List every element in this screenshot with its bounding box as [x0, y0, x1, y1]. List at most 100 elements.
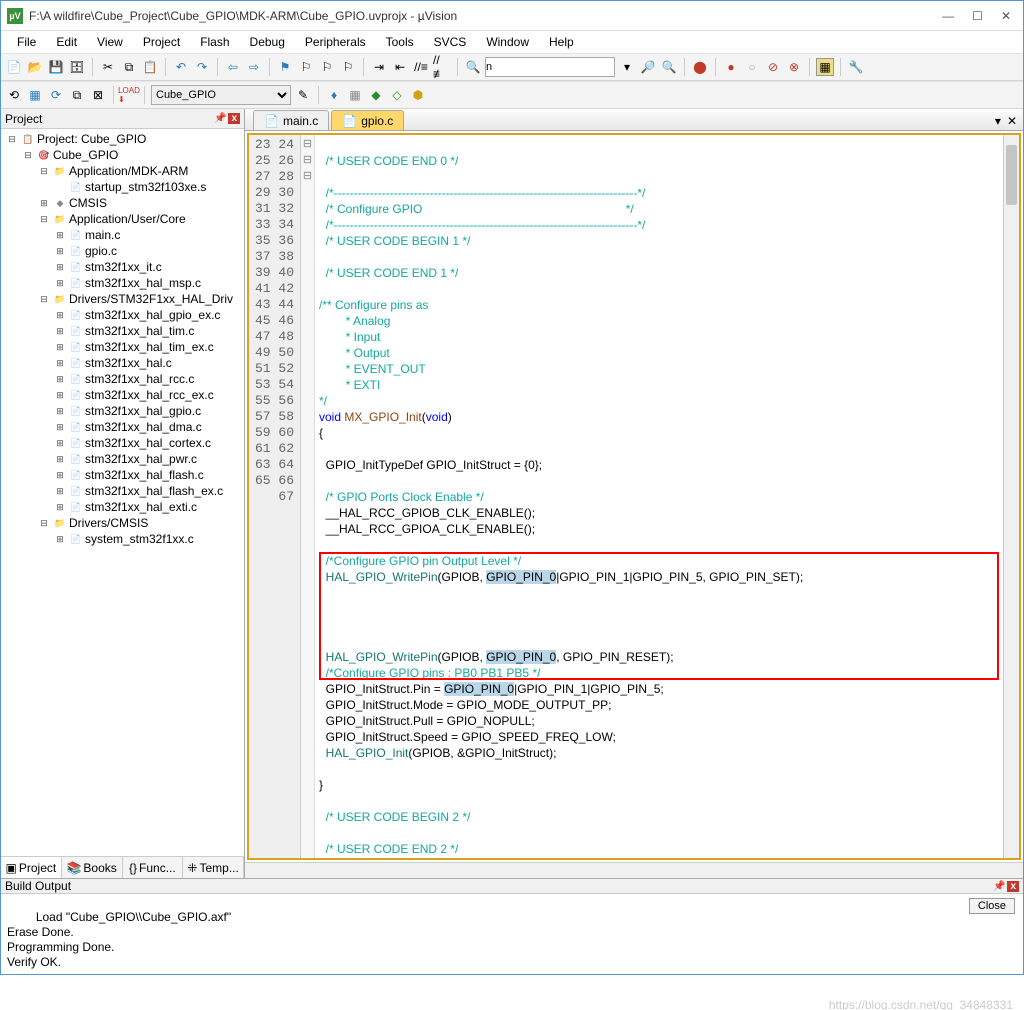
translate-icon[interactable]: ⟲	[5, 86, 23, 104]
tree-item[interactable]: ⊟📋Project: Cube_GPIO	[1, 131, 244, 147]
breakpoint-icon[interactable]: ●	[722, 58, 740, 76]
fold-icon[interactable]: ⊞	[53, 372, 67, 386]
search-dropdown-icon[interactable]: ▾	[618, 58, 636, 76]
code-editor[interactable]: 23 24 25 26 27 28 29 30 31 32 33 34 35 3…	[247, 133, 1021, 860]
panel-tab-temp[interactable]: ⁜Temp...	[183, 857, 244, 878]
paste-icon[interactable]: 📋	[141, 58, 159, 76]
code-text[interactable]: /* USER CODE END 0 */ /*----------------…	[315, 135, 1003, 858]
tree-item[interactable]: ⊞📄stm32f1xx_hal_msp.c	[1, 275, 244, 291]
nav-fwd-icon[interactable]: ⇨	[245, 58, 263, 76]
menu-debug[interactable]: Debug	[240, 33, 295, 51]
fold-column[interactable]: ⊟ ⊟ ⊟	[301, 135, 315, 858]
pack-installer-icon[interactable]: ⬢	[409, 86, 427, 104]
tab-menu-icon[interactable]: ▾	[995, 114, 1001, 128]
panel-tab-books[interactable]: 📚Books	[62, 857, 123, 878]
menu-flash[interactable]: Flash	[190, 33, 239, 51]
tree-item[interactable]: ⊞📄stm32f1xx_hal_dma.c	[1, 419, 244, 435]
panel-tab-project[interactable]: ▣Project	[1, 857, 62, 878]
fold-icon[interactable]: ⊞	[53, 404, 67, 418]
indent-icon[interactable]: ⇥	[370, 58, 388, 76]
new-file-icon[interactable]: 📄	[5, 58, 23, 76]
tree-item[interactable]: ⊞📄stm32f1xx_hal_tim_ex.c	[1, 339, 244, 355]
find-icon[interactable]: 🔎	[639, 58, 657, 76]
fold-icon[interactable]: ⊟	[37, 516, 51, 530]
target-select[interactable]: Cube_GPIO	[151, 85, 291, 105]
comment-icon[interactable]: //≡	[412, 58, 430, 76]
fold-icon[interactable]: ⊞	[53, 356, 67, 370]
editor-tab-gpio-c[interactable]: 📄gpio.c	[331, 110, 404, 130]
fold-icon[interactable]: ⊞	[53, 452, 67, 466]
horizontal-scrollbar[interactable]	[245, 862, 1023, 878]
tree-item[interactable]: ⊞📄stm32f1xx_hal_gpio.c	[1, 403, 244, 419]
fold-icon[interactable]: ⊞	[53, 484, 67, 498]
menu-peripherals[interactable]: Peripherals	[295, 33, 376, 51]
tree-item[interactable]: ⊟📁Drivers/CMSIS	[1, 515, 244, 531]
tree-item[interactable]: ⊞📄system_stm32f1xx.c	[1, 531, 244, 547]
uncomment-icon[interactable]: //≢	[433, 58, 451, 76]
outdent-icon[interactable]: ⇤	[391, 58, 409, 76]
tree-item[interactable]: ⊞📄stm32f1xx_hal_gpio_ex.c	[1, 307, 244, 323]
tree-item[interactable]: ⊞📄gpio.c	[1, 243, 244, 259]
panel-tab-func[interactable]: {}Func...	[123, 857, 184, 878]
panel-close-icon[interactable]: x	[228, 113, 240, 124]
undo-icon[interactable]: ↶	[172, 58, 190, 76]
tree-item[interactable]: ⊞📄stm32f1xx_hal_flash_ex.c	[1, 483, 244, 499]
tree-item[interactable]: ⊞📄stm32f1xx_hal_flash.c	[1, 467, 244, 483]
stop-build-icon[interactable]: ⊠	[89, 86, 107, 104]
tree-item[interactable]: ⊞📄main.c	[1, 227, 244, 243]
save-icon[interactable]: 💾	[47, 58, 65, 76]
fold-icon[interactable]: ⊟	[37, 292, 51, 306]
file-extensions-icon[interactable]: ▦	[346, 86, 364, 104]
target-options-icon[interactable]: ✎	[294, 86, 312, 104]
tree-item[interactable]: ⊞📄stm32f1xx_hal_rcc.c	[1, 371, 244, 387]
tree-item[interactable]: ⊟🎯Cube_GPIO	[1, 147, 244, 163]
minimize-button[interactable]: —	[942, 9, 954, 23]
breakpoint-disable-icon[interactable]: ○	[743, 58, 761, 76]
fold-icon[interactable]: ⊞	[53, 244, 67, 258]
search-input[interactable]	[485, 57, 615, 77]
select-packs-icon[interactable]: ◇	[388, 86, 406, 104]
manage-rte-icon[interactable]: ◆	[367, 86, 385, 104]
fold-icon[interactable]: ⊞	[53, 420, 67, 434]
save-all-icon[interactable]: 🗄	[68, 58, 86, 76]
fold-icon[interactable]: ⊞	[53, 436, 67, 450]
tree-item[interactable]: ⊞📄stm32f1xx_it.c	[1, 259, 244, 275]
fold-icon[interactable]: ⊞	[53, 308, 67, 322]
tree-item[interactable]: ⊞◆CMSIS	[1, 195, 244, 211]
maximize-button[interactable]: ☐	[972, 9, 983, 23]
find-in-files-icon[interactable]: 🔍	[464, 58, 482, 76]
panel-pin-icon[interactable]: 📌	[993, 881, 1005, 892]
close-button[interactable]: ✕	[1001, 9, 1011, 23]
fold-icon[interactable]: ⊟	[5, 132, 19, 146]
tree-item[interactable]: ⊞📄stm32f1xx_hal_tim.c	[1, 323, 244, 339]
fold-icon[interactable]: ⊟	[37, 212, 51, 226]
tree-item[interactable]: ⊞📄stm32f1xx_hal_exti.c	[1, 499, 244, 515]
fold-icon[interactable]: ⊞	[53, 388, 67, 402]
cut-icon[interactable]: ✂	[99, 58, 117, 76]
breakpoint-kill-icon[interactable]: ⊘	[764, 58, 782, 76]
tree-item[interactable]: ⊞📄stm32f1xx_hal_cortex.c	[1, 435, 244, 451]
fold-icon[interactable]: ⊞	[37, 196, 51, 210]
fold-icon[interactable]: ⊞	[53, 468, 67, 482]
nav-back-icon[interactable]: ⇦	[224, 58, 242, 76]
bookmark-icon[interactable]: ⚑	[276, 58, 294, 76]
incremental-find-icon[interactable]: 🔍	[660, 58, 678, 76]
fold-icon[interactable]: ⊞	[53, 260, 67, 274]
fold-icon[interactable]: ⊞	[53, 276, 67, 290]
build-close-button[interactable]: Close	[969, 898, 1015, 914]
copy-icon[interactable]: ⧉	[120, 58, 138, 76]
menu-tools[interactable]: Tools	[376, 33, 424, 51]
rebuild-icon[interactable]: ⟳	[47, 86, 65, 104]
tab-close-icon[interactable]: ✕	[1007, 114, 1017, 128]
fold-icon[interactable]: ⊟	[37, 164, 51, 178]
vertical-scrollbar[interactable]	[1003, 135, 1019, 858]
fold-icon[interactable]: ⊞	[53, 532, 67, 546]
fold-icon[interactable]	[53, 180, 67, 194]
menu-project[interactable]: Project	[133, 33, 190, 51]
tree-item[interactable]: ⊟📁Application/User/Core	[1, 211, 244, 227]
menu-file[interactable]: File	[7, 33, 46, 51]
tree-item[interactable]: 📄startup_stm32f103xe.s	[1, 179, 244, 195]
menu-svcs[interactable]: SVCS	[424, 33, 477, 51]
menu-window[interactable]: Window	[476, 33, 539, 51]
build-icon[interactable]: ▦	[26, 86, 44, 104]
